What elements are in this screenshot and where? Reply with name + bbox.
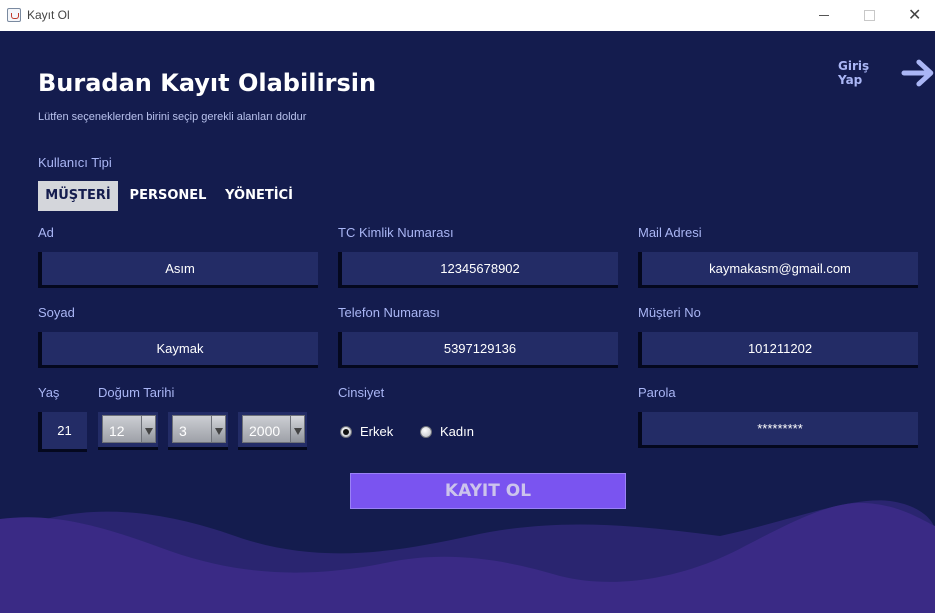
page-title: Buradan Kayıt Olabilirsin xyxy=(38,69,377,97)
year-value: 2000 xyxy=(249,423,281,439)
chevron-down-icon[interactable] xyxy=(141,416,155,442)
registration-panel: Buradan Kayıt Olabilirsin Lütfen seçenek… xyxy=(0,31,935,613)
musteri-no-label: Müşteri No xyxy=(638,305,701,320)
parola-label: Parola xyxy=(638,385,676,400)
chevron-down-icon[interactable] xyxy=(290,416,304,442)
radio-erkek-label: Erkek xyxy=(360,424,394,439)
telefon-field[interactable]: 5397129136 xyxy=(338,332,618,368)
title-bar: Kayıt Ol ✕ xyxy=(0,0,935,32)
radio-unselected-icon[interactable] xyxy=(420,425,432,438)
tab-yonetici[interactable]: YÖNETİCİ xyxy=(219,181,299,211)
tab-personel[interactable]: PERSONEL xyxy=(128,181,208,211)
telefon-label: Telefon Numarası xyxy=(338,305,440,320)
parola-field[interactable]: ********* xyxy=(638,412,918,448)
radio-selected-icon[interactable] xyxy=(340,425,352,438)
tc-field[interactable]: 12345678902 xyxy=(338,252,618,288)
soyad-field[interactable]: Kaymak xyxy=(38,332,318,368)
mail-label: Mail Adresi xyxy=(638,225,702,240)
radio-kadin[interactable]: Kadın xyxy=(420,424,474,439)
minimize-icon xyxy=(819,15,829,16)
tab-musteri[interactable]: MÜŞTERİ xyxy=(38,181,118,211)
tc-label: TC Kimlik Numarası xyxy=(338,225,454,240)
close-button[interactable]: ✕ xyxy=(891,0,935,31)
user-type-label: Kullanıcı Tipi xyxy=(38,155,112,170)
soyad-label: Soyad xyxy=(38,305,75,320)
yas-field[interactable]: 21 xyxy=(38,412,87,452)
page-subtitle: Lütfen seçeneklerden birini seçip gerekl… xyxy=(38,111,307,123)
maximize-icon xyxy=(864,10,875,21)
arrow-right-icon xyxy=(901,59,934,87)
day-value: 3 xyxy=(179,423,187,439)
cinsiyet-label: Cinsiyet xyxy=(338,385,385,400)
mail-field[interactable]: kaymakasm@gmail.com xyxy=(638,252,918,288)
month-select[interactable]: 12 xyxy=(98,412,158,450)
radio-erkek[interactable]: Erkek xyxy=(340,424,393,439)
dogum-tarihi-label: Doğum Tarihi xyxy=(98,385,175,400)
month-value: 12 xyxy=(109,423,125,439)
musteri-no-field[interactable]: 101211202 xyxy=(638,332,918,368)
ad-field[interactable]: Asım xyxy=(38,252,318,288)
minimize-button[interactable] xyxy=(801,0,847,31)
yas-label: Yaş xyxy=(38,385,60,400)
day-select[interactable]: 3 xyxy=(168,412,228,450)
login-link[interactable]: Giriş Yap xyxy=(838,58,935,88)
close-icon: ✕ xyxy=(908,5,922,24)
chevron-down-icon[interactable] xyxy=(211,416,225,442)
java-app-icon xyxy=(7,8,21,22)
register-button[interactable]: KAYIT OL xyxy=(350,473,626,509)
maximize-button[interactable] xyxy=(846,0,892,31)
login-link-label: Giriş Yap xyxy=(838,59,870,87)
radio-kadin-label: Kadın xyxy=(440,424,474,439)
ad-label: Ad xyxy=(38,225,54,240)
window-title: Kayıt Ol xyxy=(27,8,70,22)
year-select[interactable]: 2000 xyxy=(238,412,307,450)
